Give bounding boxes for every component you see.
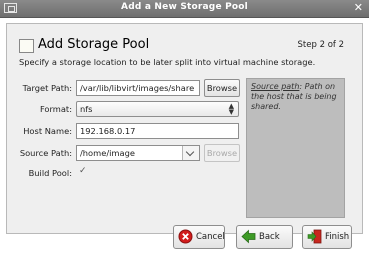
target-path-label: Target Path: bbox=[22, 83, 72, 93]
finish-exit-icon bbox=[307, 229, 322, 244]
page-subtitle: Specify a storage location to be later s… bbox=[19, 57, 316, 67]
format-select[interactable]: nfs ▲ ▼ bbox=[76, 101, 239, 117]
finish-label: Finish bbox=[325, 232, 350, 242]
page-title: Add Storage Pool bbox=[38, 37, 150, 52]
cancel-button[interactable]: Cancel bbox=[173, 225, 225, 249]
format-value: nfs bbox=[80, 104, 93, 114]
title-bar[interactable]: Add a New Storage Pool ✕ bbox=[0, 0, 369, 18]
window-title: Add a New Storage Pool bbox=[121, 2, 248, 12]
target-path-value: /var/lib/libvirt/images/share bbox=[80, 83, 195, 93]
format-label: Format: bbox=[39, 104, 72, 114]
chevron-down-icon bbox=[185, 147, 195, 157]
back-button[interactable]: Back bbox=[236, 225, 293, 249]
cancel-label: Cancel bbox=[196, 232, 225, 242]
build-pool-label: Build Pool: bbox=[28, 168, 72, 178]
source-path-dropdown-button[interactable] bbox=[182, 146, 199, 160]
finish-button[interactable]: Finish bbox=[302, 225, 352, 249]
source-path-label: Source Path: bbox=[19, 148, 72, 158]
source-path-combo[interactable]: /home/image bbox=[76, 145, 200, 161]
updown-arrows-icon: ▲ ▼ bbox=[228, 102, 234, 116]
back-label: Back bbox=[259, 232, 280, 242]
host-name-value: 192.168.0.17 bbox=[80, 126, 136, 136]
build-pool-checkbox[interactable]: ✓ bbox=[79, 166, 87, 176]
close-icon[interactable]: ✕ bbox=[354, 1, 363, 14]
target-path-browse-button[interactable]: Browse bbox=[204, 79, 240, 97]
cancel-icon bbox=[178, 229, 193, 244]
dialog-window: Add a New Storage Pool ✕ Add Storage Poo… bbox=[0, 0, 369, 259]
back-arrow-icon bbox=[241, 229, 256, 244]
host-name-input[interactable]: 192.168.0.17 bbox=[76, 123, 239, 139]
source-path-browse-button[interactable]: Browse bbox=[204, 144, 240, 162]
step-indicator: Step 2 of 2 bbox=[297, 40, 344, 50]
target-path-combo[interactable]: /var/lib/libvirt/images/share bbox=[76, 80, 200, 96]
help-box: Source path: Path on the host that is be… bbox=[246, 78, 345, 218]
host-name-label: Host Name: bbox=[23, 126, 72, 136]
source-path-value: /home/image bbox=[80, 148, 135, 158]
help-term: Source path bbox=[251, 82, 300, 91]
storage-pool-icon bbox=[19, 39, 34, 53]
